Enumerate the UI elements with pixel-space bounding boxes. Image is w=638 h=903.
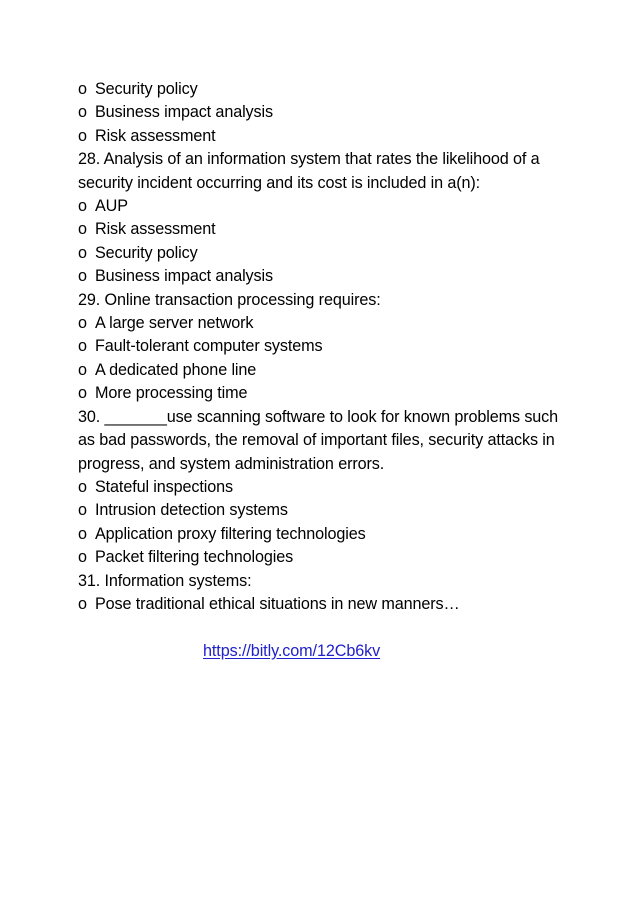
answer-option[interactable]: o Risk assessment (78, 218, 578, 241)
option-label: A large server network (95, 314, 254, 333)
option-bullet-marker: o (78, 80, 87, 98)
option-label: A dedicated phone line (95, 360, 257, 379)
option-label: Pose traditional ethical situations in n… (95, 594, 460, 613)
option-bullet-marker: o (78, 477, 87, 496)
option-label: Risk assessment (95, 126, 216, 145)
answer-option[interactable]: o More processing time (78, 382, 578, 405)
option-bullet-marker: o (78, 197, 87, 216)
answer-option[interactable]: o Security policy (78, 78, 578, 101)
answer-option[interactable]: o Packet filtering technologies (78, 546, 578, 569)
option-label: Security policy (95, 80, 198, 98)
option-bullet-marker: o (78, 384, 87, 403)
option-bullet-marker: o (78, 594, 87, 613)
option-bullet-marker: o (78, 220, 87, 239)
option-bullet-marker: o (78, 524, 87, 543)
option-bullet-marker: o (78, 337, 87, 356)
answer-option[interactable]: o Business impact analysis (78, 265, 578, 288)
option-bullet-marker: o (78, 360, 87, 379)
answer-option[interactable]: o A large server network (78, 312, 578, 335)
answer-option[interactable]: o AUP (78, 195, 578, 218)
option-bullet-marker: o (78, 314, 87, 333)
answer-option[interactable]: o Application proxy filtering technologie… (78, 523, 578, 546)
option-bullet-marker: o (78, 548, 87, 567)
answer-option[interactable]: o Security policy (78, 242, 578, 265)
answer-option[interactable]: o Fault-tolerant computer systems (78, 335, 578, 358)
option-label: Business impact analysis (95, 267, 273, 286)
bitly-link[interactable]: https://bitly.com/12Cb6kv (203, 642, 380, 660)
option-label: Packet filtering technologies (95, 548, 294, 567)
option-label: Security policy (95, 243, 198, 262)
option-label: Business impact analysis (95, 103, 273, 122)
question-text: 30. _______use scanning software to look… (78, 407, 559, 473)
question-text: 29. Online transaction processing requir… (78, 290, 381, 309)
question-text: 28. Analysis of an information system th… (78, 150, 540, 192)
option-label: Fault-tolerant computer systems (95, 337, 323, 356)
option-label: Risk assessment (95, 220, 216, 239)
answer-option[interactable]: o Risk assessment (78, 125, 578, 148)
option-bullet-marker: o (78, 501, 87, 520)
link-row: https://bitly.com/12Cb6kv (78, 640, 578, 663)
question-text: 31. Information systems: (78, 571, 252, 590)
option-label: More processing time (95, 384, 248, 403)
document-page: o Security policy o Business impact analysi… (0, 0, 638, 903)
answer-option[interactable]: o Intrusion detection systems (78, 499, 578, 522)
option-label: AUP (95, 197, 128, 216)
option-bullet-marker: o (78, 103, 87, 122)
option-bullet-marker: o (78, 243, 87, 262)
answer-option[interactable]: o Business impact analysis (78, 101, 578, 124)
option-label: Application proxy filtering technologies (95, 524, 366, 543)
answer-option[interactable]: o Pose traditional ethical situations in … (78, 593, 578, 616)
document-body: o Security policy o Business impact analysi… (78, 78, 578, 663)
answer-option[interactable]: o Stateful inspections (78, 476, 578, 499)
answer-option[interactable]: o A dedicated phone line (78, 359, 578, 382)
option-bullet-marker: o (78, 267, 87, 286)
option-bullet-marker: o (78, 126, 87, 145)
option-label: Stateful inspections (95, 477, 233, 496)
option-label: Intrusion detection systems (95, 501, 288, 520)
